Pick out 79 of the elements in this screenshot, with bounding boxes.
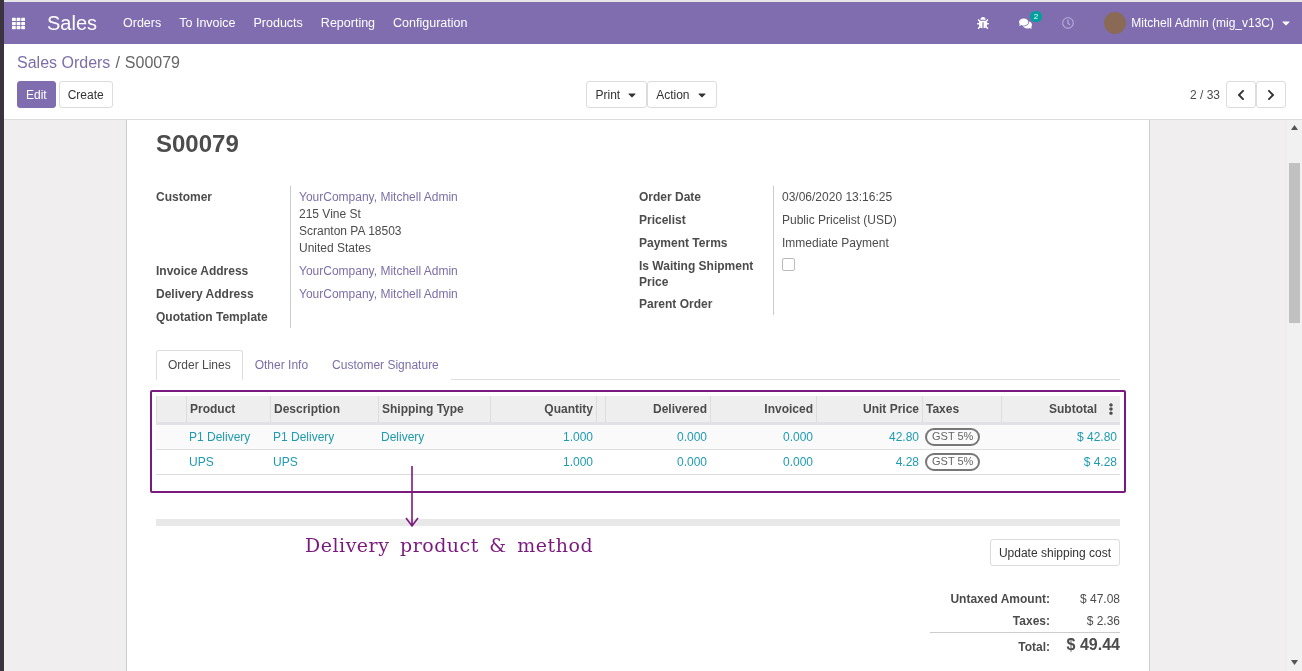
- address-line: Scranton PA 18503: [299, 223, 403, 240]
- order-number: S00079: [156, 130, 240, 158]
- field-label: Pricelist: [639, 209, 774, 232]
- tax-tag: GST 5%: [925, 453, 981, 471]
- menu-item[interactable]: To Invoice: [179, 16, 236, 30]
- total-value: $ 2.36: [1085, 613, 1120, 630]
- print-button[interactable]: Print: [586, 81, 648, 108]
- breadcrumb-current: S00079: [124, 54, 180, 71]
- field-label: Parent Order: [639, 293, 774, 315]
- table-cell-text: 1.000: [561, 454, 594, 471]
- partner-link[interactable]: YourCompany, Mitchell Admin: [299, 286, 639, 303]
- table-cell-text: 0.000: [781, 429, 814, 446]
- table-cell-text: $ 42.80: [1075, 429, 1118, 446]
- pager-counter: 2 / 33: [1189, 87, 1220, 102]
- column-header[interactable]: Subtotal: [1001, 396, 1120, 422]
- apps-grid-icon[interactable]: [12, 16, 25, 30]
- menu-item[interactable]: Orders: [123, 16, 162, 30]
- table-cell-text: UPS: [272, 454, 299, 471]
- field-value: 03/06/2020 13:16:25: [782, 189, 894, 206]
- message-count-badge: 2: [1029, 10, 1043, 22]
- field-label: Invoice Address: [156, 260, 291, 283]
- column-header[interactable]: Delivered: [605, 396, 710, 422]
- total-value: $ 47.08: [1078, 591, 1120, 608]
- chat-icon[interactable]: [1019, 16, 1033, 30]
- table-cell-text: 0.000: [675, 429, 708, 446]
- next-button[interactable]: [1256, 81, 1286, 108]
- app-title: Sales: [47, 11, 98, 35]
- field-label: Payment Terms: [639, 232, 774, 255]
- field-value: Immediate Payment: [782, 235, 890, 252]
- partner-link[interactable]: YourCompany, Mitchell Admin: [299, 263, 639, 280]
- column-header[interactable]: Product: [186, 396, 270, 422]
- total-label: Taxes:: [1011, 613, 1050, 630]
- total-label: Untaxed Amount:: [949, 591, 1050, 608]
- tax-tag: GST 5%: [925, 428, 981, 446]
- chevron-left-icon: [1235, 88, 1247, 101]
- column-header[interactable]: Invoiced: [710, 396, 816, 422]
- field-label: Customer: [156, 186, 291, 260]
- previous-button[interactable]: [1226, 81, 1256, 108]
- table-cell-text: 1.000: [561, 429, 594, 446]
- checkbox[interactable]: [782, 258, 795, 271]
- field-label: Delivery Address: [156, 283, 291, 306]
- field-label: Is Waiting Shipment Price: [639, 255, 774, 293]
- table-cell-text: Delivery: [380, 429, 426, 446]
- create-button[interactable]: Create: [58, 81, 113, 108]
- edit-button[interactable]: Edit: [17, 81, 56, 108]
- bug-icon[interactable]: [977, 17, 990, 29]
- field-label: Order Date: [639, 186, 774, 209]
- table-cell-text: 4.28: [894, 454, 920, 471]
- table-cell-text: $ 4.28: [1082, 454, 1118, 471]
- column-header[interactable]: Unit Price: [816, 396, 922, 422]
- update-shipping-button[interactable]: Update shipping cost: [989, 539, 1120, 566]
- table-cell-text: P1 Delivery: [188, 429, 252, 446]
- annotation-text: Delivery product & method: [305, 534, 594, 556]
- column-header[interactable]: Shipping Type: [378, 396, 490, 422]
- column-header[interactable]: Quantity: [490, 396, 596, 422]
- table-cell-text: 0.000: [675, 454, 708, 471]
- field-value: Public Pricelist (USD): [782, 212, 898, 229]
- table-cell-text: 42.80: [887, 429, 920, 446]
- total-label: Total:: [930, 632, 1050, 654]
- column-header[interactable]: Description: [270, 396, 378, 422]
- menu-item[interactable]: Products: [253, 16, 303, 30]
- chevron-right-icon: [1265, 88, 1277, 101]
- tab[interactable]: Order Lines: [156, 350, 243, 380]
- user-avatar: [1104, 12, 1127, 34]
- table-cell-text: 0.000: [781, 454, 814, 471]
- breadcrumb-link[interactable]: Sales Orders: [17, 54, 111, 71]
- table-cell-text: UPS: [188, 454, 215, 471]
- breadcrumb-separator: /: [115, 54, 120, 71]
- menu-item[interactable]: Reporting: [320, 16, 376, 30]
- column-header[interactable]: Taxes: [922, 396, 1001, 422]
- partner-link[interactable]: YourCompany, Mitchell Admin: [299, 189, 639, 206]
- action-button[interactable]: Action: [647, 81, 717, 108]
- menu-item[interactable]: Configuration: [393, 16, 468, 30]
- table-cell-text: P1 Delivery: [272, 429, 336, 446]
- total-value: $ 49.44: [1050, 632, 1120, 654]
- field-label: Quotation Template: [156, 306, 291, 328]
- user-menu[interactable]: Mitchell Admin (mig_v13C): [1131, 16, 1292, 30]
- address-line: 215 Vine St: [299, 206, 362, 223]
- address-line: United States: [299, 240, 373, 257]
